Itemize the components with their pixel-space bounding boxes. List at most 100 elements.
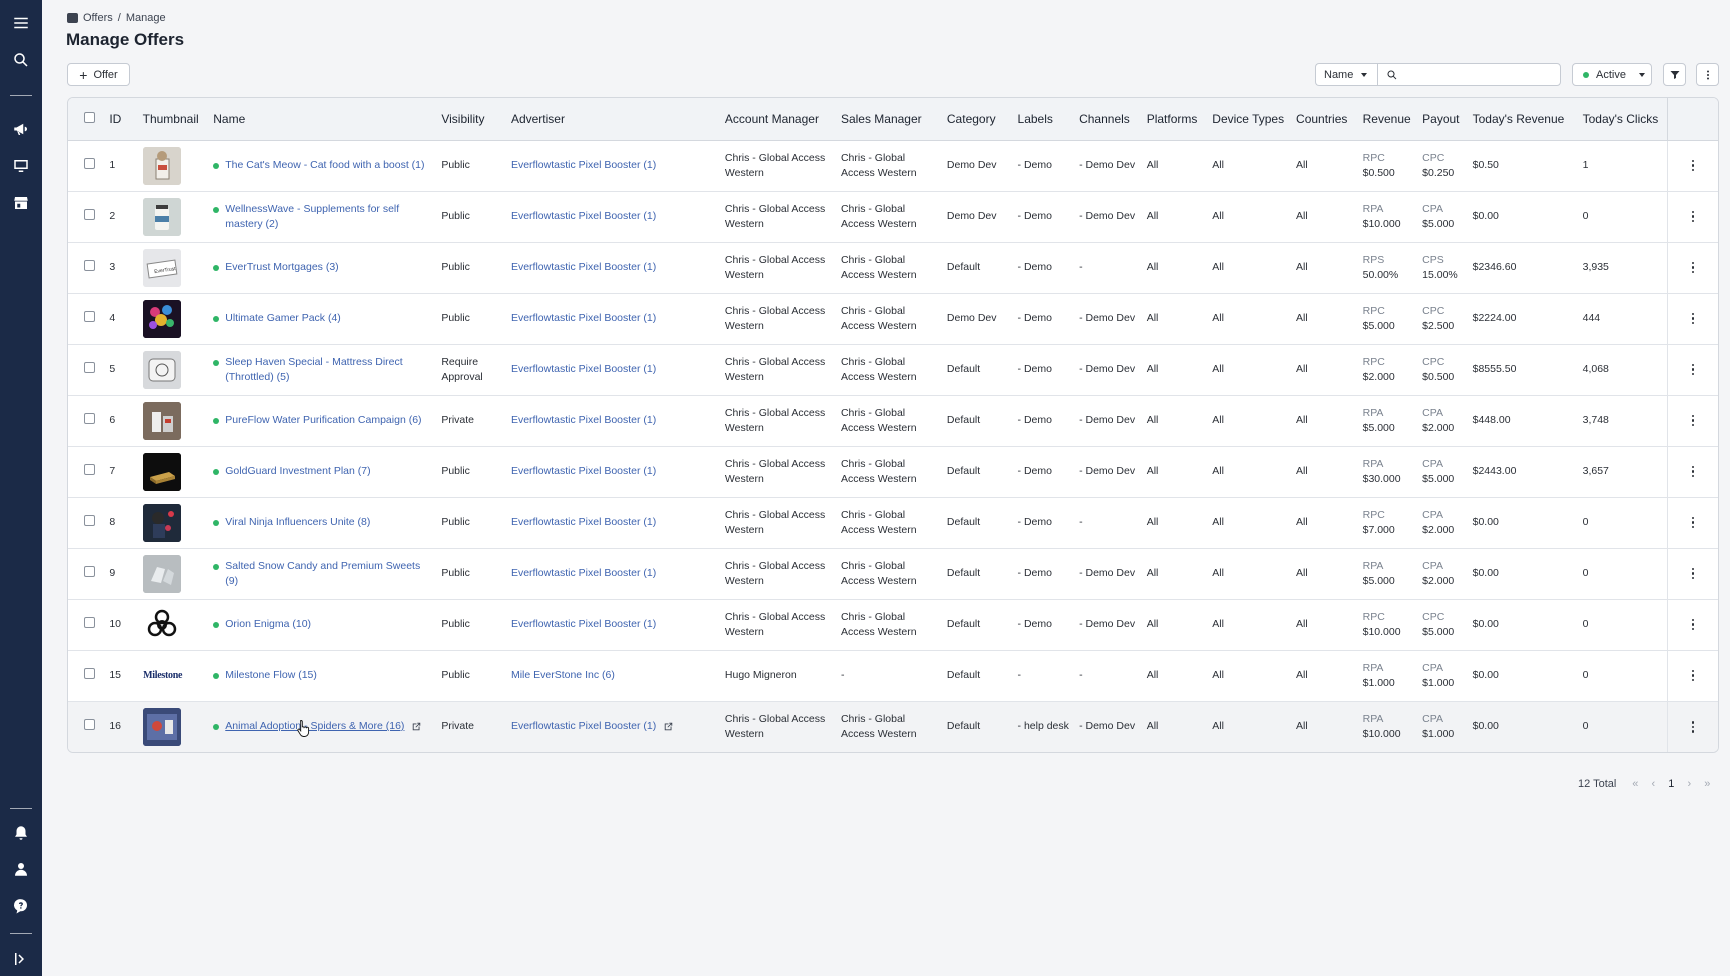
table-row[interactable]: 16 Animal Adoption - Spiders & More (16)… bbox=[68, 701, 1718, 752]
row-checkbox[interactable] bbox=[84, 463, 95, 475]
search-icon[interactable] bbox=[0, 45, 42, 75]
advertiser-link[interactable]: Everflowtastic Pixel Booster (1) bbox=[511, 516, 656, 528]
table-row[interactable]: 8 Viral Ninja Influencers Unite (8) Publ… bbox=[68, 497, 1718, 548]
row-checkbox[interactable] bbox=[84, 157, 95, 169]
offer-name-link[interactable]: Milestone Flow (15) bbox=[225, 669, 317, 681]
row-actions-menu-icon[interactable] bbox=[1672, 465, 1714, 478]
table-row[interactable]: 10 Orion Enigma (10) Public Everflowtast… bbox=[68, 599, 1718, 650]
offer-name-link[interactable]: Ultimate Gamer Pack (4) bbox=[225, 312, 341, 324]
select-all-checkbox[interactable] bbox=[84, 111, 95, 123]
row-actions-menu-icon[interactable] bbox=[1672, 312, 1714, 325]
advertiser-link[interactable]: Everflowtastic Pixel Booster (1) bbox=[511, 159, 656, 171]
filter-button[interactable] bbox=[1663, 63, 1686, 86]
col-header-id[interactable]: ID bbox=[105, 98, 139, 141]
breadcrumb-offers[interactable]: Offers bbox=[83, 12, 113, 24]
advertiser-link[interactable]: Everflowtastic Pixel Booster (1) bbox=[511, 261, 656, 273]
row-checkbox[interactable] bbox=[84, 718, 95, 730]
offer-name-link[interactable]: Orion Enigma (10) bbox=[225, 618, 311, 630]
col-header-payout[interactable]: Payout bbox=[1418, 98, 1469, 141]
offer-name-link[interactable]: Salted Snow Candy and Premium Sweets (9) bbox=[225, 560, 420, 587]
row-actions-menu-icon[interactable] bbox=[1672, 516, 1714, 529]
row-checkbox[interactable] bbox=[84, 565, 95, 577]
row-checkbox[interactable] bbox=[84, 361, 95, 373]
col-header-revenue[interactable]: Revenue bbox=[1358, 98, 1419, 141]
table-row[interactable]: 5 Sleep Haven Special - Mattress Direct … bbox=[68, 344, 1718, 395]
col-header-countries[interactable]: Countries bbox=[1292, 98, 1359, 141]
row-checkbox[interactable] bbox=[84, 259, 95, 271]
row-checkbox[interactable] bbox=[84, 412, 95, 424]
offer-name-link[interactable]: GoldGuard Investment Plan (7) bbox=[225, 465, 370, 477]
search-input[interactable] bbox=[1404, 64, 1554, 85]
advertiser-link[interactable]: Everflowtastic Pixel Booster (1) bbox=[511, 618, 656, 630]
offer-name-link[interactable]: Viral Ninja Influencers Unite (8) bbox=[225, 516, 370, 528]
bell-icon[interactable] bbox=[0, 818, 42, 848]
col-header-visibility[interactable]: Visibility bbox=[437, 98, 507, 141]
col-header-advertiser[interactable]: Advertiser bbox=[506, 98, 721, 141]
advertiser-link[interactable]: Everflowtastic Pixel Booster (1) bbox=[511, 465, 656, 477]
col-header-sales-manager[interactable]: Sales Manager bbox=[836, 98, 943, 141]
row-checkbox[interactable] bbox=[84, 667, 95, 679]
prev-page-button[interactable]: ‹ bbox=[1644, 778, 1662, 790]
external-link-icon[interactable] bbox=[412, 722, 421, 731]
menu-icon[interactable] bbox=[0, 8, 42, 38]
monitor-icon[interactable] bbox=[0, 151, 42, 181]
row-actions-menu-icon[interactable] bbox=[1672, 159, 1714, 172]
offer-name-link[interactable]: Animal Adoption - Spiders & More (16) bbox=[225, 720, 404, 732]
add-offer-button[interactable]: + Offer bbox=[67, 63, 130, 86]
status-filter-select[interactable]: Active bbox=[1572, 63, 1652, 86]
col-header-platforms[interactable]: Platforms bbox=[1142, 98, 1209, 141]
table-row[interactable]: 7 GoldGuard Investment Plan (7) Public E… bbox=[68, 446, 1718, 497]
advertiser-link[interactable]: Everflowtastic Pixel Booster (1) bbox=[511, 567, 656, 579]
advertiser-link[interactable]: Mile EverStone Inc (6) bbox=[511, 669, 615, 681]
offer-name-link[interactable]: EverTrust Mortgages (3) bbox=[225, 261, 338, 273]
col-header-channels[interactable]: Channels bbox=[1075, 98, 1143, 141]
table-row[interactable]: 3 EverTrust EverTrust Mortgages (3) Publ… bbox=[68, 242, 1718, 293]
offer-name-link[interactable]: WellnessWave - Supplements for self mast… bbox=[225, 203, 399, 230]
col-header-todays-clicks[interactable]: Today's Clicks bbox=[1578, 98, 1668, 141]
help-icon[interactable] bbox=[0, 891, 42, 921]
user-icon[interactable] bbox=[0, 854, 42, 884]
row-actions-menu-icon[interactable] bbox=[1672, 618, 1714, 631]
first-page-button[interactable]: « bbox=[1626, 778, 1644, 790]
table-row[interactable]: 4 Ultimate Gamer Pack (4) Public Everflo… bbox=[68, 293, 1718, 344]
advertiser-link[interactable]: Everflowtastic Pixel Booster (1) bbox=[511, 312, 656, 324]
last-page-button[interactable]: » bbox=[1698, 778, 1716, 790]
advertiser-link[interactable]: Everflowtastic Pixel Booster (1) bbox=[511, 720, 656, 732]
row-actions-menu-icon[interactable] bbox=[1672, 261, 1714, 274]
row-checkbox[interactable] bbox=[84, 208, 95, 220]
next-page-button[interactable]: › bbox=[1680, 778, 1698, 790]
advertiser-link[interactable]: Everflowtastic Pixel Booster (1) bbox=[511, 363, 656, 375]
external-link-icon[interactable] bbox=[664, 722, 673, 731]
row-checkbox[interactable] bbox=[84, 310, 95, 322]
more-options-button[interactable] bbox=[1696, 63, 1719, 86]
col-header-labels[interactable]: Labels bbox=[1013, 98, 1076, 141]
page-number[interactable]: 1 bbox=[1662, 778, 1680, 790]
table-row[interactable]: 1 The Cat's Meow - Cat food with a boost… bbox=[68, 140, 1718, 191]
megaphone-icon[interactable] bbox=[0, 114, 42, 144]
col-header-todays-revenue[interactable]: Today's Revenue bbox=[1468, 98, 1579, 141]
row-actions-menu-icon[interactable] bbox=[1672, 669, 1714, 682]
table-row[interactable]: 2 WellnessWave - Supplements for self ma… bbox=[68, 191, 1718, 242]
offer-name-link[interactable]: PureFlow Water Purification Campaign (6) bbox=[225, 414, 421, 426]
col-header-device-types[interactable]: Device Types bbox=[1208, 98, 1293, 141]
col-header-account-manager[interactable]: Account Manager bbox=[720, 98, 837, 141]
offer-name-link[interactable]: Sleep Haven Special - Mattress Direct (T… bbox=[225, 356, 402, 383]
row-actions-menu-icon[interactable] bbox=[1672, 363, 1714, 376]
row-actions-menu-icon[interactable] bbox=[1672, 414, 1714, 427]
offer-name-link[interactable]: The Cat's Meow - Cat food with a boost (… bbox=[225, 159, 424, 171]
search-field-select[interactable]: Name bbox=[1315, 63, 1377, 86]
row-actions-menu-icon[interactable] bbox=[1672, 567, 1714, 580]
col-header-category[interactable]: Category bbox=[942, 98, 1014, 141]
row-actions-menu-icon[interactable] bbox=[1672, 210, 1714, 223]
row-checkbox[interactable] bbox=[84, 514, 95, 526]
table-row[interactable]: 9 Salted Snow Candy and Premium Sweets (… bbox=[68, 548, 1718, 599]
expand-sidebar-icon[interactable] bbox=[0, 944, 42, 974]
col-header-name[interactable]: Name bbox=[209, 98, 438, 141]
row-actions-menu-icon[interactable] bbox=[1672, 721, 1714, 733]
storefront-icon[interactable] bbox=[0, 188, 42, 218]
advertiser-link[interactable]: Everflowtastic Pixel Booster (1) bbox=[511, 210, 656, 222]
table-row[interactable]: 6 PureFlow Water Purification Campaign (… bbox=[68, 395, 1718, 446]
table-row[interactable]: 15 Milestone Milestone Flow (15) Public … bbox=[68, 650, 1718, 701]
row-checkbox[interactable] bbox=[84, 616, 95, 628]
advertiser-link[interactable]: Everflowtastic Pixel Booster (1) bbox=[511, 414, 656, 426]
